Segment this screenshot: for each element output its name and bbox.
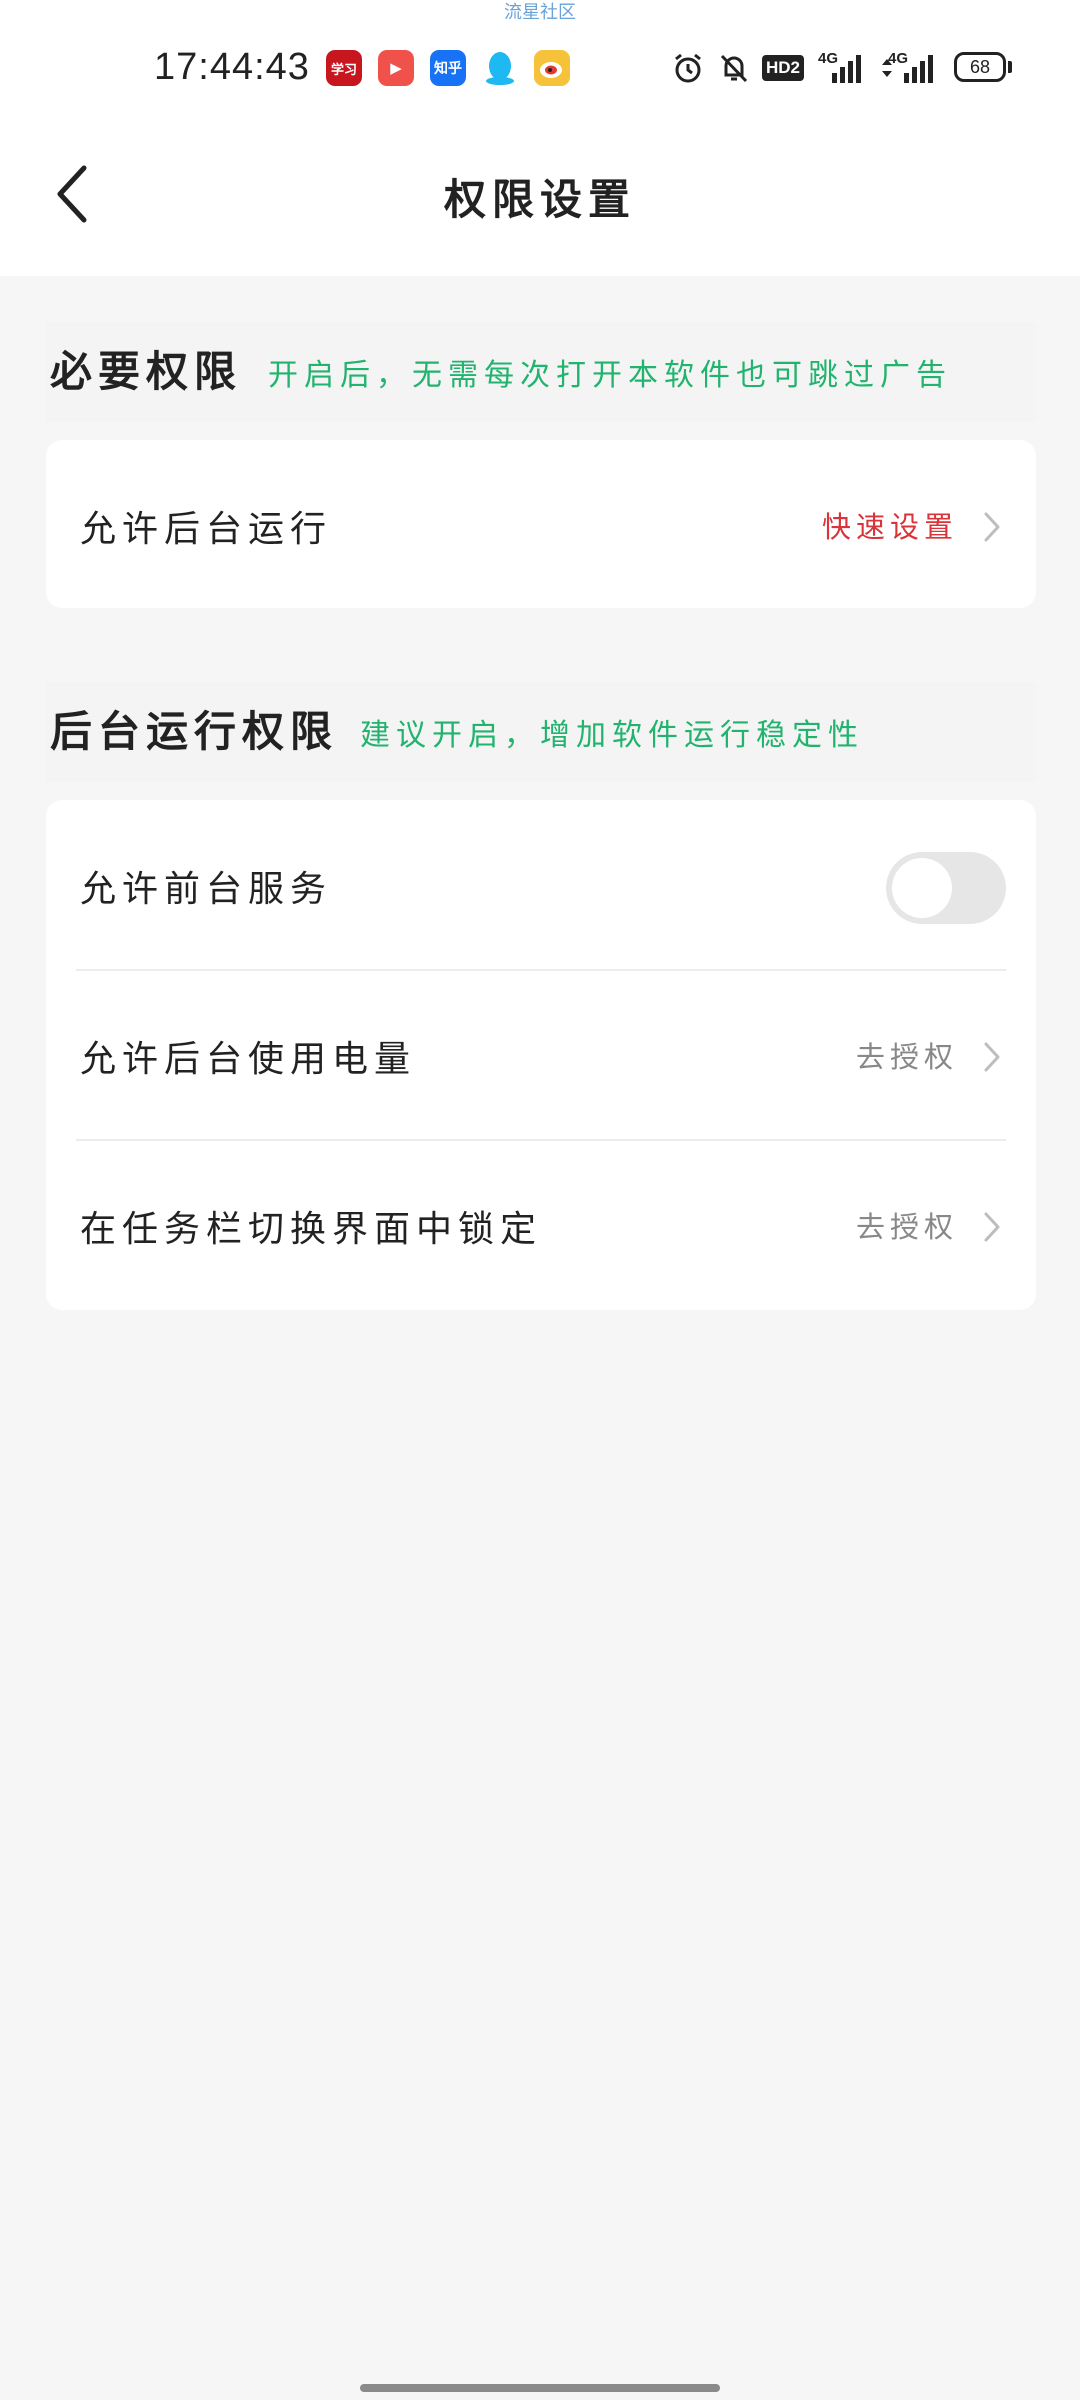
row-label: 允许后台运行 <box>80 509 333 550</box>
bell-muted-icon <box>716 48 752 88</box>
page-title: 权限设置 <box>443 175 636 224</box>
section-title-background: 后台运行权限 <box>50 707 339 756</box>
signal-strength-1-icon <box>826 48 866 88</box>
video-play-app-icon: ▶ <box>378 50 414 86</box>
watermark: 流星社区 <box>504 2 576 23</box>
nav-bar: 权限设置 <box>0 130 1080 260</box>
row-lock-in-recents[interactable]: 在任务栏切换界面中锁定 去授权 <box>46 1140 1036 1310</box>
alarm-icon <box>670 48 706 88</box>
authorize-link[interactable]: 去授权 <box>856 1204 958 1246</box>
background-permissions-card: 允许前台服务 允许后台使用电量 去授权 在任务栏切换界面中锁定 去授权 <box>46 800 1036 1310</box>
authorize-link[interactable]: 去授权 <box>856 1034 958 1076</box>
battery-tip <box>1008 61 1012 73</box>
battery-indicator: 68 <box>954 52 1006 82</box>
row-label: 在任务栏切换界面中锁定 <box>80 1209 543 1250</box>
chevron-right-icon <box>984 1042 1000 1072</box>
row-allow-background-battery[interactable]: 允许后台使用电量 去授权 <box>46 970 1036 1140</box>
xuexi-app-icon: 学习 <box>326 50 362 86</box>
row-allow-background-run[interactable]: 允许后台运行 快速设置 <box>46 440 1036 608</box>
row-allow-foreground-service[interactable]: 允许前台服务 <box>46 800 1036 970</box>
chevron-right-icon <box>984 1212 1000 1242</box>
weibo-app-icon <box>534 50 570 86</box>
required-permissions-card: 允许后台运行 快速设置 <box>46 440 1036 608</box>
row-label: 允许前台服务 <box>80 869 333 910</box>
home-indicator[interactable] <box>360 2384 720 2392</box>
signal-strength-2-icon <box>898 48 938 88</box>
status-bar: 17:44:43 学习 ▶ 知乎 HD2 4G 4G 68 <box>0 40 1080 100</box>
section-subtitle-required: 开启后，无需每次打开本软件也可跳过广告 <box>268 358 952 393</box>
status-time: 17:44:43 <box>154 46 310 88</box>
data-transfer-icon <box>880 48 894 88</box>
foreground-service-toggle[interactable] <box>886 852 1006 924</box>
qq-penguin-app-icon <box>482 50 518 86</box>
chevron-right-icon <box>984 512 1000 542</box>
zhihu-app-icon: 知乎 <box>430 50 466 86</box>
row-label: 允许后台使用电量 <box>80 1039 417 1080</box>
section-subtitle-background: 建议开启，增加软件运行稳定性 <box>360 718 864 753</box>
hd-voice-icon: HD2 <box>762 48 805 88</box>
section-title-required: 必要权限 <box>50 347 243 396</box>
toggle-knob <box>892 858 952 918</box>
quick-setup-link[interactable]: 快速设置 <box>822 504 958 546</box>
